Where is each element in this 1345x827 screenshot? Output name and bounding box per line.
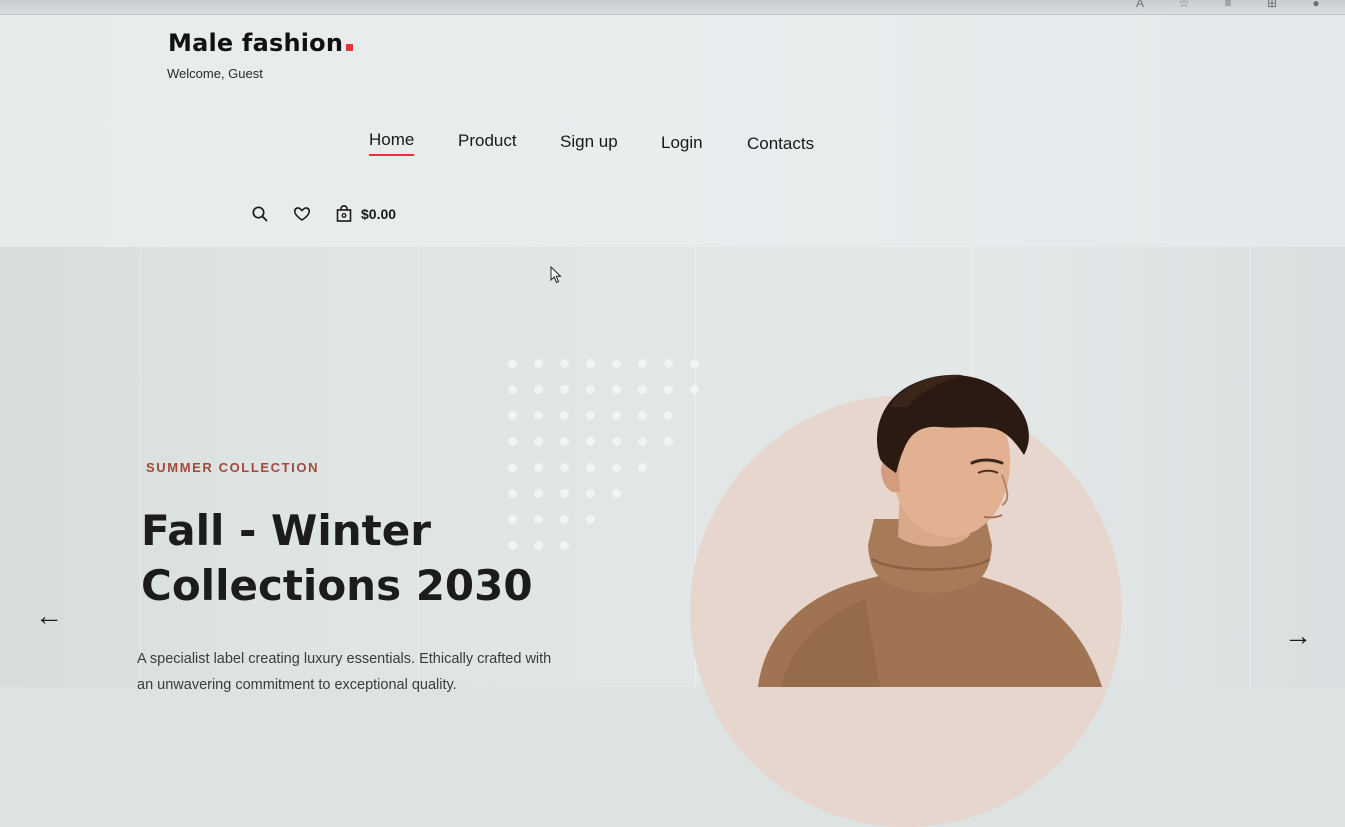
hero-title: Fall - Winter Collections 2030	[141, 503, 661, 613]
extensions-icon[interactable]: ⊞	[1263, 0, 1281, 10]
decorative-dot	[690, 359, 699, 368]
decorative-dot	[612, 385, 621, 394]
decorative-dot	[560, 385, 569, 394]
decorative-dot	[508, 463, 517, 472]
decorative-dot	[560, 359, 569, 368]
decorative-dot	[560, 489, 569, 498]
decorative-dot	[508, 437, 517, 446]
hero-grid-line	[1250, 247, 1251, 687]
mouse-cursor-icon	[550, 266, 562, 284]
decorative-dot	[534, 385, 543, 394]
decorative-dot	[612, 411, 621, 420]
decorative-dot	[612, 489, 621, 498]
decorative-dot	[534, 437, 543, 446]
decorative-dot	[638, 385, 647, 394]
nav-contacts[interactable]: Contacts	[747, 134, 814, 154]
hero-eyebrow: SUMMER COLLECTION	[146, 460, 320, 475]
cart-total[interactable]: $0.00	[361, 206, 396, 222]
hero-model-image	[758, 374, 1102, 687]
decorative-dot	[664, 359, 673, 368]
decorative-dot	[638, 359, 647, 368]
main-nav: Home Product Sign up Login Contacts	[0, 15, 1345, 165]
decorative-dot	[560, 411, 569, 420]
profile-icon[interactable]: ●	[1307, 0, 1325, 10]
nav-login[interactable]: Login	[661, 133, 703, 153]
decorative-dot	[586, 411, 595, 420]
decorative-dot	[586, 437, 595, 446]
decorative-dot	[664, 411, 673, 420]
nav-product[interactable]: Product	[458, 131, 517, 151]
header-tools: $0.00	[251, 205, 396, 223]
decorative-dot	[612, 463, 621, 472]
site-header: Male fashion Welcome, Guest Home Product…	[0, 15, 1345, 247]
decorative-dot	[586, 385, 595, 394]
decorative-dot	[612, 437, 621, 446]
decorative-dot	[586, 489, 595, 498]
hero-slider: SUMMER COLLECTION Fall - Winter Collecti…	[0, 247, 1345, 827]
browser-toolbar: A ☆ ≡ ⊞ ●	[0, 0, 1345, 15]
hero-description: A specialist label creating luxury essen…	[137, 651, 552, 693]
collections-icon[interactable]: ≡	[1219, 0, 1237, 10]
decorative-dot	[560, 437, 569, 446]
decorative-dot	[534, 463, 543, 472]
decorative-dot	[508, 359, 517, 368]
heart-icon[interactable]	[293, 205, 311, 223]
reader-mode-icon[interactable]: A	[1131, 0, 1149, 10]
favorites-icon[interactable]: ☆	[1175, 0, 1193, 10]
decorative-dot	[638, 437, 647, 446]
decorative-dot	[534, 489, 543, 498]
decorative-dot	[638, 411, 647, 420]
hero-title-line-2: Collections 2030	[141, 561, 533, 610]
hero-title-line-1: Fall - Winter	[141, 506, 431, 555]
decorative-dot	[586, 463, 595, 472]
prev-slide-arrow-icon[interactable]: ←	[35, 602, 63, 630]
shopping-bag-icon[interactable]	[335, 205, 353, 223]
decorative-dot	[664, 437, 673, 446]
decorative-dot	[638, 463, 647, 472]
decorative-dot	[508, 489, 517, 498]
decorative-dot	[534, 359, 543, 368]
nav-home[interactable]: Home	[369, 130, 415, 156]
decorative-dot	[690, 385, 699, 394]
decorative-dot	[664, 385, 673, 394]
hero-grid-line	[418, 247, 419, 687]
decorative-dot	[586, 359, 595, 368]
next-slide-arrow-icon[interactable]: →	[1284, 622, 1312, 650]
decorative-dot	[534, 411, 543, 420]
decorative-dot	[508, 385, 517, 394]
hero-grid-line	[140, 247, 141, 687]
decorative-dot	[508, 411, 517, 420]
decorative-dot	[612, 359, 621, 368]
search-icon[interactable]	[251, 205, 269, 223]
decorative-dot	[560, 463, 569, 472]
nav-sign-up[interactable]: Sign up	[560, 132, 618, 152]
